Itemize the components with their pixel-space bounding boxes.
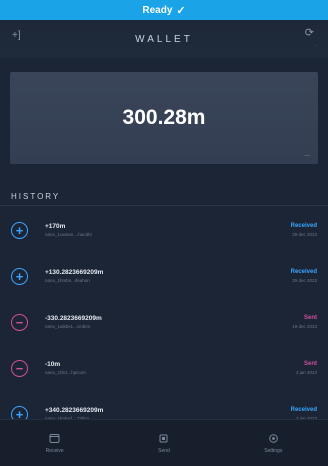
transaction-date: 29 dec 2023: [292, 232, 317, 237]
transaction-row[interactable]: − -10m nano_1hb1...hpicum Sent 3 jan 202…: [0, 356, 328, 400]
transaction-date: 29 dec 2023: [292, 278, 317, 283]
node-status-text: ...: [314, 42, 318, 47]
settings-icon: [267, 432, 279, 444]
transaction-status: Received: [290, 407, 317, 413]
transaction-amount: +340.2823669209m: [45, 407, 104, 414]
sent-icon: −: [11, 360, 28, 377]
history-divider: [0, 205, 328, 206]
transaction-amount: +170m: [45, 223, 66, 230]
tab-send-label: Send: [158, 448, 170, 454]
transaction-status: Received: [290, 269, 317, 275]
received-icon: +: [11, 268, 28, 285]
transaction-row[interactable]: − -330.2823669209m nano_1aikbx1...cmbctr…: [0, 310, 328, 354]
balance-options-icon[interactable]: ...: [304, 151, 310, 158]
add-account-icon[interactable]: +]: [12, 30, 21, 41]
transaction-status: Sent: [303, 361, 317, 367]
transaction-row[interactable]: + +170m nano_1uwnan....hao3kt Received 2…: [0, 218, 328, 262]
page-title: WALLET: [135, 33, 193, 45]
transaction-status: Received: [290, 223, 317, 229]
status-bar: Ready ✓: [0, 0, 328, 20]
transaction-row[interactable]: + +130.2823669209m nano_1hmbn...ifeahon …: [0, 264, 328, 308]
tab-bar: Receive Send Settings: [0, 419, 328, 466]
transaction-address: nano_1hmbn...ifeahon: [45, 278, 90, 283]
transaction-date: 3 jan 2023: [295, 370, 317, 375]
tab-settings-label: Settings: [264, 448, 283, 454]
header: +] WALLET ⟳ ...: [0, 20, 328, 58]
tab-send[interactable]: Send: [124, 432, 204, 454]
status-text: Ready: [142, 4, 173, 16]
transaction-address: nano_1aikbx1...cmbctr: [45, 324, 91, 329]
transaction-amount: +130.2823669209m: [45, 269, 104, 276]
history-heading: HISTORY: [11, 192, 61, 201]
send-icon: [158, 432, 170, 444]
check-icon: ✓: [176, 4, 186, 17]
transaction-date: 19 dec 2023: [292, 324, 317, 329]
received-icon: +: [11, 222, 28, 239]
tab-receive[interactable]: Receive: [15, 432, 95, 454]
transaction-status: Sent: [303, 315, 317, 321]
tab-settings[interactable]: Settings: [233, 432, 313, 454]
balance-amount: 300.28m: [122, 106, 206, 129]
transaction-list: + +170m nano_1uwnan....hao3kt Received 2…: [0, 218, 328, 446]
transaction-address: nano_1hb1...hpicum: [45, 370, 86, 375]
tab-receive-label: Receive: [45, 448, 64, 454]
sent-icon: −: [11, 314, 28, 331]
refresh-icon[interactable]: ⟳: [305, 26, 314, 39]
receive-icon: [49, 432, 61, 444]
transaction-amount: -10m: [45, 361, 61, 368]
transaction-address: nano_1uwnan....hao3kt: [45, 232, 92, 237]
transaction-amount: -330.2823669209m: [45, 315, 102, 322]
balance-card: 300.28m ...: [10, 72, 318, 164]
